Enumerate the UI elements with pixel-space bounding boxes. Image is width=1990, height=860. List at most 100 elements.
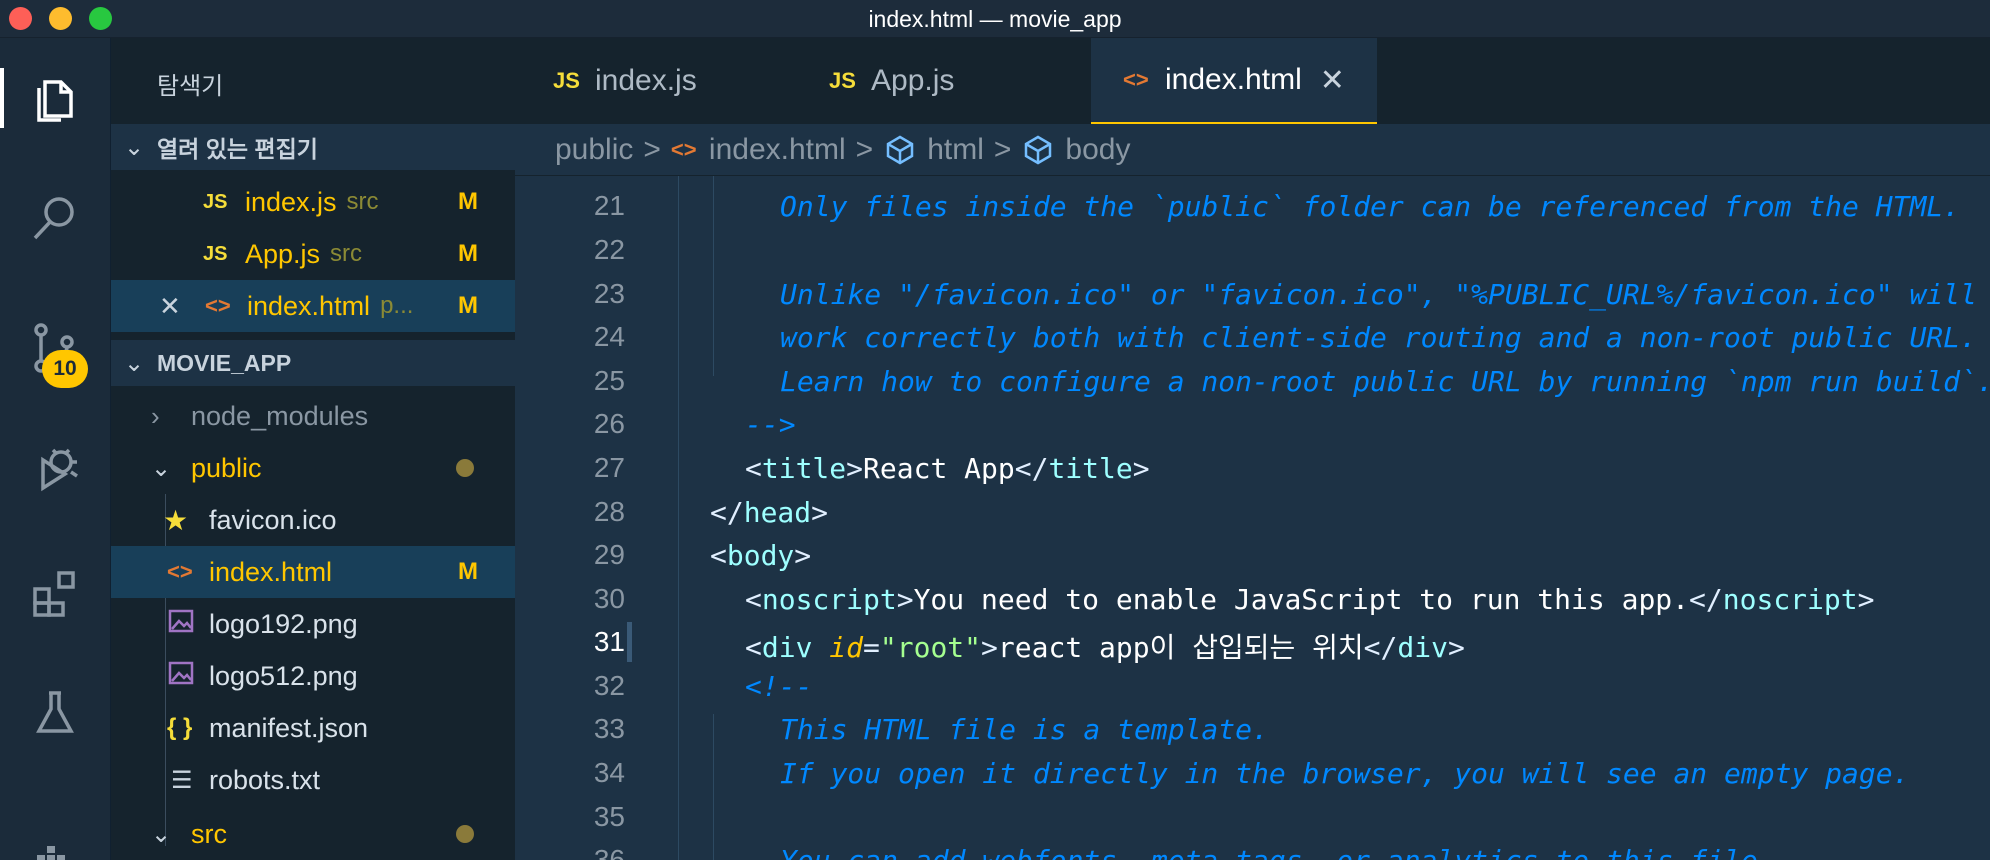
line-number: 34 — [593, 757, 625, 788]
file-item[interactable]: logo192.png — [111, 598, 516, 650]
js-file-icon: JS — [203, 190, 228, 213]
code-line: <noscript>You need to enable JavaScript … — [745, 583, 1875, 616]
tab-index-js[interactable]: JS index.js — [515, 38, 805, 124]
explorer-title: 탐색기 — [157, 73, 224, 100]
chevron-down-icon: ⌄ — [151, 454, 172, 482]
line-number: 32 — [593, 670, 625, 701]
open-editor-name: App.js — [245, 238, 321, 269]
code-line: Only files inside the `public` folder ca… — [780, 190, 1961, 223]
chevron-down-icon: ⌄ — [123, 133, 145, 161]
indent-guide — [713, 714, 714, 860]
code-line: <div id="root">react app이 삽입되는 위치</div> — [745, 631, 1465, 664]
code-line: --> — [745, 408, 796, 441]
file-item[interactable]: ☰ robots.txt — [111, 754, 516, 806]
open-editors-header[interactable]: ⌄ 열려 있는 편집기 — [111, 124, 516, 170]
line-number: 25 — [593, 365, 625, 396]
breadcrumb-file[interactable]: index.html — [709, 133, 846, 167]
file-name: index.html — [209, 556, 333, 587]
window-title: index.html — movie_app — [868, 6, 1122, 32]
folder-public[interactable]: ⌄ public — [111, 442, 516, 494]
folder-node-modules[interactable]: › node_modules — [111, 390, 516, 442]
chevron-down-icon: ⌄ — [151, 820, 172, 848]
editor-tab-bar: JS index.js JS App.js <> index.html ✕ — [515, 38, 1990, 124]
indent-guide — [678, 176, 679, 860]
folder-src[interactable]: ⌄ src — [111, 808, 516, 860]
tab-label: index.html — [1165, 63, 1302, 96]
project-header[interactable]: ⌄ MOVIE_APP — [111, 340, 516, 386]
chevron-right-icon: > — [643, 132, 661, 166]
code-line: If you open it directly in the browser, … — [780, 757, 1910, 790]
search-icon[interactable] — [0, 178, 110, 258]
folder-name: node_modules — [191, 400, 369, 431]
git-status-badge: M — [458, 188, 478, 215]
code-line: You can add webfonts, meta tags, or anal… — [780, 844, 1775, 860]
open-editor-name: index.html — [247, 290, 371, 321]
docker-icon[interactable] — [0, 823, 110, 860]
open-editor-item-active[interactable]: ✕ <> index.html p... M — [111, 280, 516, 332]
tab-index-html[interactable]: <> index.html ✕ — [1091, 38, 1377, 124]
close-icon[interactable]: ✕ — [159, 291, 205, 322]
breadcrumb-node-body[interactable]: body — [1065, 133, 1130, 167]
testing-icon[interactable] — [0, 673, 110, 753]
close-tab-icon[interactable]: ✕ — [1320, 63, 1345, 98]
breadcrumb-node-html[interactable]: html — [927, 133, 984, 167]
file-item[interactable]: ★ favicon.ico — [111, 494, 516, 546]
extensions-icon[interactable] — [0, 553, 110, 633]
current-line-marker — [627, 622, 632, 662]
file-name: favicon.ico — [209, 504, 337, 535]
code-line: <!-- — [745, 670, 813, 703]
tab-label: index.js — [595, 64, 697, 97]
open-editors-label: 열려 있는 편집기 — [157, 136, 318, 162]
git-status-badge: M — [458, 240, 478, 267]
line-number-gutter: 21 22 23 24 25 26 27 28 29 30 31 32 33 3… — [515, 176, 625, 860]
chevron-down-icon: ⌄ — [123, 349, 145, 377]
tab-label: App.js — [871, 64, 955, 97]
code-line: </head> — [710, 496, 829, 529]
code-line: <title>React App</title> — [745, 452, 1150, 485]
line-number: 36 — [593, 844, 625, 860]
chevron-right-icon: › — [151, 400, 160, 431]
git-status-badge: M — [458, 292, 478, 319]
file-name: robots.txt — [209, 764, 321, 795]
code-line: <body> — [710, 539, 812, 572]
explorer-icon[interactable] — [0, 58, 110, 138]
line-number: 26 — [593, 408, 625, 439]
line-number: 29 — [593, 539, 625, 570]
code-line: Learn how to configure a non-root public… — [780, 365, 1990, 398]
tab-app-js[interactable]: JS App.js — [805, 38, 1091, 124]
html-file-icon: <> — [670, 136, 697, 162]
line-number: 35 — [593, 801, 625, 832]
folder-name: public — [191, 452, 262, 483]
line-number: 24 — [593, 321, 625, 352]
js-file-icon: JS — [829, 68, 856, 93]
line-number: 33 — [593, 713, 625, 744]
open-editor-detail: p... — [380, 292, 414, 319]
image-file-icon — [167, 659, 209, 694]
chevron-right-icon: > — [993, 132, 1012, 166]
debug-icon[interactable] — [0, 428, 110, 508]
star-icon: ★ — [163, 504, 189, 536]
title-bar: index.html — movie_app — [0, 0, 1990, 38]
git-status-badge: M — [458, 558, 478, 585]
activity-bar: 10 — [0, 38, 110, 860]
line-number: 21 — [593, 190, 625, 221]
file-item[interactable]: logo512.png — [111, 650, 516, 702]
file-name: logo512.png — [209, 660, 358, 691]
element-node-icon — [1025, 135, 1052, 164]
open-editor-item[interactable]: JS index.js src M — [111, 176, 516, 228]
js-file-icon: JS — [203, 242, 228, 265]
js-file-icon: JS — [553, 68, 580, 93]
code-line: This HTML file is a template. — [780, 713, 1269, 746]
json-file-icon: { } — [167, 714, 193, 741]
modified-dot — [456, 825, 474, 843]
folder-name: src — [191, 818, 227, 849]
open-editor-name: index.js — [245, 186, 337, 217]
line-number: 23 — [593, 278, 625, 309]
code-editor[interactable]: 21 22 23 24 25 26 27 28 29 30 31 32 33 3… — [515, 176, 1990, 860]
file-item[interactable]: { } manifest.json — [111, 702, 516, 754]
explorer-sidebar: 탐색기 ⌄ 열려 있는 편집기 JS index.js src M JS App… — [110, 38, 516, 860]
element-node-icon — [886, 135, 914, 164]
breadcrumb-folder[interactable]: public — [555, 133, 633, 167]
file-item-active[interactable]: <> index.html M — [111, 546, 516, 598]
open-editor-item[interactable]: JS App.js src M — [111, 228, 516, 280]
